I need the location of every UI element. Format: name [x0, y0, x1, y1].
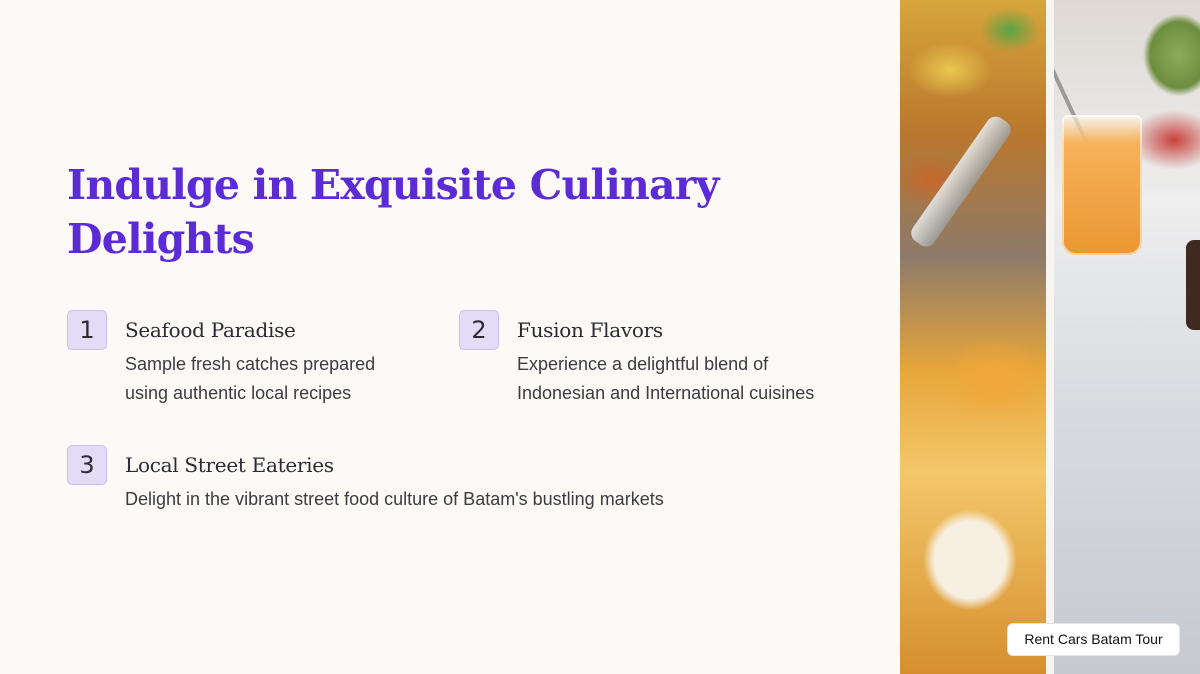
item-number-badge: 1	[67, 310, 107, 350]
feature-item-3: 3 Local Street Eateries Delight in the v…	[67, 445, 847, 525]
item-title: Fusion Flavors	[517, 318, 663, 342]
item-description: Experience a delightful blend of Indones…	[517, 354, 815, 403]
grilled-food-graphic	[1186, 240, 1200, 330]
photo-divider	[1046, 0, 1054, 674]
drinks-table-photo	[1054, 0, 1200, 674]
slide: Indulge in Exquisite Culinary Delights 1…	[0, 0, 1200, 674]
item-description: Sample fresh catches prepared using auth…	[125, 354, 376, 403]
iced-tea-glass-graphic	[1062, 115, 1142, 255]
item-number-badge: 3	[67, 445, 107, 485]
feature-item-1: 1 Seafood Paradise Sample fresh catches …	[67, 310, 447, 410]
item-description: Delight in the vibrant street food cultu…	[125, 489, 664, 509]
item-title: Local Street Eateries	[125, 453, 334, 477]
feature-item-2: 2 Fusion Flavors Experience a delightful…	[459, 310, 879, 410]
watermark-badge[interactable]: Rent Cars Batam Tour	[1007, 623, 1180, 656]
slide-title: Indulge in Exquisite Culinary Delights	[67, 161, 719, 263]
item-number-badge: 2	[459, 310, 499, 350]
seafood-dish-photo	[900, 0, 1046, 674]
serving-spoon-graphic	[907, 112, 1015, 251]
item-title: Seafood Paradise	[125, 318, 296, 342]
